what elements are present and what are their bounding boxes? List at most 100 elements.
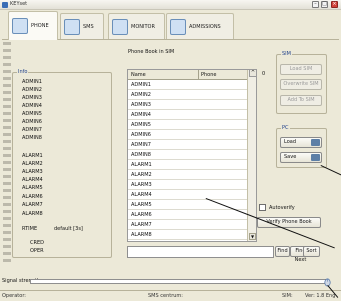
- record-count: 0: [262, 71, 266, 77]
- row-name: ADMIN7: [131, 142, 151, 148]
- info-alarm: ALARM4: [22, 177, 43, 183]
- row-name: ADMIN5: [131, 122, 151, 128]
- status-sim: SIM:: [282, 293, 293, 299]
- info-alarm: ALARM2: [22, 161, 43, 167]
- dropdown-indicator-icon[interactable]: [311, 139, 320, 146]
- info-admin: ADMIN5: [22, 111, 42, 117]
- window-title: KEYset: [10, 1, 28, 7]
- sort-button[interactable]: Sort: [303, 246, 320, 257]
- maximize-button[interactable]: □: [321, 1, 328, 8]
- table-row[interactable]: ADMIN2: [128, 91, 248, 100]
- title-bar: KEYset – □ ×: [0, 0, 341, 10]
- row-name: ALARM7: [131, 222, 152, 228]
- row-name: ADMIN6: [131, 132, 151, 138]
- pc-save-button[interactable]: Save: [280, 152, 322, 163]
- info-alarm: ALARM6: [22, 194, 43, 200]
- rtime-label: RTIME: [22, 226, 38, 232]
- table-row[interactable]: ADMIN8: [128, 151, 248, 160]
- row-name: ADMIN1: [131, 82, 151, 88]
- row-name: ALARM6: [131, 212, 152, 218]
- phonebook-header: Name Phone: [128, 70, 248, 80]
- tab-admissions[interactable]: ADMISSIONS: [166, 13, 234, 39]
- dropdown-indicator-icon[interactable]: [311, 154, 320, 161]
- minimize-button[interactable]: –: [312, 1, 319, 8]
- info-alarm: ALARM5: [22, 185, 43, 191]
- column-phone[interactable]: Phone: [201, 72, 217, 78]
- tab-sms-label: SMS: [83, 23, 94, 30]
- info-alarm: ALARM1: [22, 153, 43, 159]
- tab-phone-label: PHONE: [31, 23, 49, 29]
- info-legend: Info: [17, 69, 29, 75]
- phone-icon: [12, 18, 28, 34]
- tab-monitor-label: MONITOR: [131, 23, 155, 30]
- admissions-icon: [170, 18, 186, 35]
- column-name[interactable]: Name: [131, 72, 146, 78]
- pc-legend: PC: [281, 125, 290, 131]
- info-alarm: ALARM8: [22, 211, 43, 217]
- rtime-value: default [3s]: [54, 226, 83, 232]
- sim-legend: SIM: [281, 51, 292, 57]
- row-name: ALARM8: [131, 232, 152, 238]
- app-window: KEYset – □ × PHONE SMS MONITOR ADMISSION…: [0, 0, 341, 301]
- tab-phone[interactable]: PHONE: [8, 11, 58, 40]
- info-alarm: ALARM7: [22, 202, 43, 208]
- table-row[interactable]: ALARM2: [128, 171, 248, 180]
- table-row[interactable]: ALARM4: [128, 191, 248, 200]
- table-row[interactable]: ADMIN1: [128, 81, 248, 90]
- table-row[interactable]: ADMIN5: [128, 121, 248, 130]
- status-operator: Operator:: [2, 293, 26, 299]
- info-admin: ADMIN2: [22, 87, 42, 93]
- table-row[interactable]: ADMIN4: [128, 111, 248, 120]
- table-row[interactable]: ALARM1: [128, 161, 248, 170]
- table-row[interactable]: ALARM6: [128, 211, 248, 220]
- tab-admissions-label: ADMISSIONS: [189, 23, 221, 30]
- monitor-icon: [112, 18, 128, 35]
- find-input[interactable]: [127, 246, 274, 258]
- pc-save-label: Save: [284, 154, 297, 160]
- tab-monitor[interactable]: MONITOR: [108, 13, 165, 39]
- row-name: ALARM1: [131, 162, 152, 168]
- phonebook-table[interactable]: Name Phone ADMIN1 ADMIN2 ADMIN3 ADMIN4 A…: [127, 69, 257, 242]
- table-row[interactable]: ALARM7: [128, 221, 248, 230]
- info-admin: ADMIN8: [22, 135, 42, 141]
- info-admin: ADMIN4: [22, 103, 42, 109]
- pc-load-label: Load: [284, 139, 296, 145]
- info-admin: ADMIN7: [22, 127, 42, 133]
- info-admin: ADMIN6: [22, 119, 42, 125]
- row-name: ALARM3: [131, 182, 152, 188]
- pc-load-button[interactable]: Load: [280, 137, 322, 148]
- autoverify-label: Autoverify: [269, 205, 295, 211]
- table-row[interactable]: ADMIN6: [128, 131, 248, 140]
- info-admin: ADMIN3: [22, 95, 42, 101]
- scroll-down-icon[interactable]: ▼: [249, 233, 256, 240]
- add-to-sim-button[interactable]: Add To SIM: [280, 95, 322, 106]
- row-name: ADMIN3: [131, 102, 151, 108]
- status-sms-centrum: SMS centrum:: [148, 293, 183, 299]
- table-row[interactable]: ADMIN7: [128, 141, 248, 150]
- table-row[interactable]: ADMIN3: [128, 101, 248, 110]
- row-name: ADMIN4: [131, 112, 151, 118]
- row-name: ADMIN8: [131, 152, 151, 158]
- phonebook-title: Phone Book in SIM: [128, 49, 175, 55]
- table-row[interactable]: ALARM3: [128, 181, 248, 190]
- signal-strength-bar: [30, 279, 327, 284]
- row-name: ALARM4: [131, 192, 152, 198]
- info-admin: ADMIN1: [22, 79, 42, 85]
- status-version: Ver: 1.8 Eng: [305, 293, 336, 299]
- load-sim-button[interactable]: Load SIM: [280, 64, 322, 75]
- row-name: ADMIN2: [131, 92, 151, 98]
- record-count-arrow[interactable]: ^: [249, 69, 257, 77]
- app-icon: [2, 2, 8, 8]
- column-separator[interactable]: [198, 70, 199, 80]
- table-row[interactable]: ALARM8: [128, 231, 248, 240]
- row-name: ALARM5: [131, 202, 152, 208]
- tab-bar: PHONE SMS MONITOR ADMISSIONS: [2, 11, 339, 40]
- tab-sms[interactable]: SMS: [60, 13, 104, 39]
- autoverify-checkbox[interactable]: [259, 204, 266, 211]
- info-alarm: ALARM3: [22, 169, 43, 175]
- status-bar: Operator: SMS centrum: SIM: Ver: 1.8 Eng: [0, 290, 341, 301]
- find-button[interactable]: Find: [275, 246, 290, 257]
- row-name: ALARM2: [131, 172, 152, 178]
- close-button[interactable]: ×: [331, 1, 338, 8]
- overwrite-sim-button[interactable]: Overwrite SIM: [280, 79, 322, 90]
